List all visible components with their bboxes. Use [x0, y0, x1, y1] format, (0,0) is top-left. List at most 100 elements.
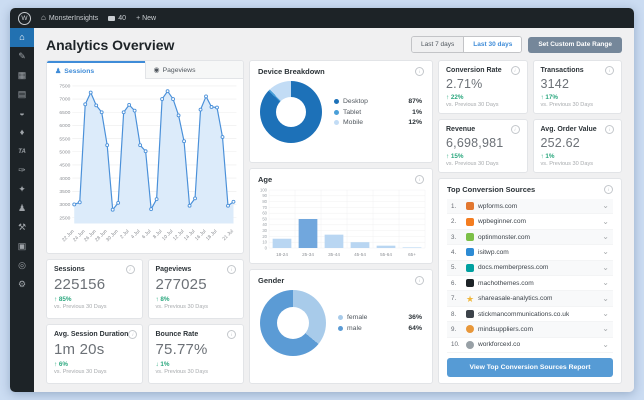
svg-text:80: 80: [262, 199, 267, 204]
stat-value: 225156: [54, 276, 106, 293]
chevron-down-icon[interactable]: ⌄: [602, 233, 609, 241]
info-icon[interactable]: i: [128, 330, 138, 339]
svg-text:7500: 7500: [59, 84, 70, 90]
wordpress-menu[interactable]: W: [18, 11, 31, 25]
custom-post-icon: ♦: [19, 127, 25, 137]
source-domain: shareasale-analytics.com: [478, 295, 553, 303]
svg-text:4 Jul: 4 Jul: [130, 229, 142, 241]
date-range-group: Last 7 days Last 30 days: [411, 36, 523, 53]
stat-compare: vs. Previous 30 Days: [155, 368, 209, 375]
info-icon[interactable]: i: [227, 265, 236, 274]
chart-tabbar: ♟ Sessions ◉ Pageviews: [47, 61, 243, 79]
source-row-wpbeginner.com[interactable]: 2. wpbeginner.com ⌄: [447, 214, 613, 230]
stat-card-pageviews: Pageviews i 277025 ↑ 8% vs. Previous 30 Days: [147, 259, 244, 319]
chevron-down-icon[interactable]: ⌄: [602, 248, 609, 256]
sidebar-item-custom-post[interactable]: ♦: [10, 123, 34, 142]
comment-bubble-icon: [108, 15, 116, 21]
stat-value: 2.71%: [446, 77, 483, 91]
source-domain: wpbeginner.com: [478, 218, 527, 226]
sidebar-item-pages[interactable]: ▤: [10, 85, 34, 104]
stat-compare: vs. Previous 30 Days: [54, 303, 107, 310]
sidebar-item-plugins[interactable]: ✦: [10, 180, 34, 199]
media-icon: ▦: [17, 70, 27, 80]
info-icon[interactable]: i: [227, 330, 236, 339]
svg-text:90: 90: [262, 193, 267, 198]
info-icon[interactable]: i: [604, 185, 613, 194]
stat-compare: vs. Previous 30 Days: [540, 160, 594, 167]
sidebar-item-settings[interactable]: ⚙: [10, 275, 34, 294]
stat-value: 3142: [540, 77, 570, 91]
sidebar-item-seo[interactable]: ◎: [10, 256, 34, 275]
info-icon[interactable]: i: [415, 175, 424, 185]
svg-text:12 Jul: 12 Jul: [172, 229, 186, 243]
info-icon[interactable]: i: [510, 66, 520, 75]
sidebar-item-dashboard[interactable]: ⌂: [10, 28, 34, 47]
tablepress-icon: TA: [18, 148, 26, 155]
info-icon[interactable]: i: [510, 125, 520, 134]
device-donut-wrap: Desktop 87% Tablet 1% Mobile 12%: [250, 78, 432, 143]
site-link[interactable]: ⌂ MonsterInsights: [41, 14, 98, 22]
sidebar-item-appearance[interactable]: ✑: [10, 161, 34, 180]
stat-card-sessions: Sessions i 225156 ↑ 85% vs. Previous 30 Days: [46, 259, 143, 319]
range-button-last-30-days[interactable]: Last 30 days: [464, 37, 522, 52]
sidebar-item-users[interactable]: ♟: [10, 199, 34, 218]
chevron-down-icon[interactable]: ⌄: [602, 263, 609, 272]
chevron-down-icon[interactable]: ⌄: [602, 202, 609, 210]
set-custom-date-range-button[interactable]: Set Custom Date Range: [528, 36, 622, 53]
source-row-machothemes.com[interactable]: 6. machothemes.com ⌄: [447, 276, 613, 292]
svg-text:55-64: 55-64: [380, 252, 392, 257]
source-row-stickmancommunications.co.uk[interactable]: 8. stickmancommunications.co.uk ⌄: [447, 307, 613, 323]
legend-item-female: female 36%: [338, 314, 422, 321]
stat-label: Conversion Rate: [446, 67, 502, 74]
source-row-workforcexl.co[interactable]: 10. workforcexl.co ⌄: [447, 338, 613, 354]
info-icon[interactable]: i: [415, 276, 424, 286]
legend-label: Tablet: [343, 108, 362, 116]
source-row-mindsuppliers.com[interactable]: 9. mindsuppliers.com ⌄: [447, 322, 613, 338]
sidebar-item-media[interactable]: ▦: [10, 66, 34, 85]
legend-item-tablet: Tablet 1%: [334, 109, 422, 116]
range-button-last-7-days[interactable]: Last 7 days: [412, 37, 465, 52]
chevron-down-icon[interactable]: ⌄: [602, 217, 609, 226]
tab-sessions[interactable]: ♟ Sessions: [47, 61, 145, 79]
info-icon[interactable]: i: [605, 125, 614, 134]
age-title: Age: [258, 175, 273, 185]
tab-pageviews[interactable]: ◉ Pageviews: [144, 61, 243, 79]
source-row-optinmonster.com[interactable]: 3. optinmonster.com ⌄: [447, 229, 613, 246]
sidebar-item-insights[interactable]: ▣: [10, 237, 34, 256]
info-icon[interactable]: i: [125, 265, 135, 274]
source-row-shareasale-analytics.com[interactable]: 7. ★ shareasale-analytics.com ⌄: [447, 291, 613, 307]
source-row-isitwp.com[interactable]: 4. isitwp.com ⌄: [447, 245, 613, 261]
stat-card-avg-order-value: Avg. Order Value i 252.62 ↑ 1% vs. Previous …: [532, 119, 622, 173]
svg-text:3000: 3000: [59, 202, 70, 208]
source-row-wpforms.com[interactable]: 1. wpforms.com ⌄: [447, 199, 613, 215]
chevron-down-icon[interactable]: ⌄: [602, 279, 609, 287]
chevron-down-icon[interactable]: ⌄: [602, 294, 609, 303]
sidebar-item-tablepress[interactable]: TA: [10, 142, 34, 161]
info-icon[interactable]: i: [415, 67, 424, 76]
stat-compare: vs. Previous 30 Days: [446, 101, 499, 108]
legend-label: Desktop: [343, 98, 368, 105]
sidebar-item-comments[interactable]: ◒: [10, 104, 34, 123]
legend-value: 87%: [408, 98, 422, 105]
comments-link[interactable]: 40: [108, 15, 126, 22]
legend-dot-icon: [334, 109, 339, 115]
info-icon[interactable]: i: [605, 66, 614, 75]
favicon-icon: [466, 217, 474, 226]
wordpress-logo-icon: W: [18, 11, 31, 25]
chevron-down-icon[interactable]: ⌄: [602, 325, 609, 333]
chevron-down-icon[interactable]: ⌄: [602, 340, 609, 349]
new-content-link[interactable]: + New: [136, 15, 156, 22]
stat-compare: vs. Previous 30 Days: [540, 101, 594, 108]
favicon-icon: ★: [466, 293, 475, 304]
source-domain: mindsuppliers.com: [478, 325, 533, 333]
favicon-icon: [466, 325, 474, 334]
insights-icon: ▣: [17, 241, 27, 251]
sidebar-item-posts[interactable]: ✎: [10, 47, 34, 66]
tab-label: Sessions: [64, 67, 95, 75]
column-middle: Device Breakdown i Desktop 87% Tablet 1% Mob…: [249, 60, 433, 384]
view-report-button[interactable]: View Top Conversion Sources Report: [447, 358, 613, 377]
gender-donut-wrap: female 36% male 64%: [250, 287, 432, 357]
source-row-docs.memberpress.com[interactable]: 5. docs.memberpress.com ⌄: [447, 260, 613, 277]
sidebar-item-tools[interactable]: ⚒: [10, 218, 34, 237]
chevron-down-icon[interactable]: ⌄: [602, 310, 609, 318]
